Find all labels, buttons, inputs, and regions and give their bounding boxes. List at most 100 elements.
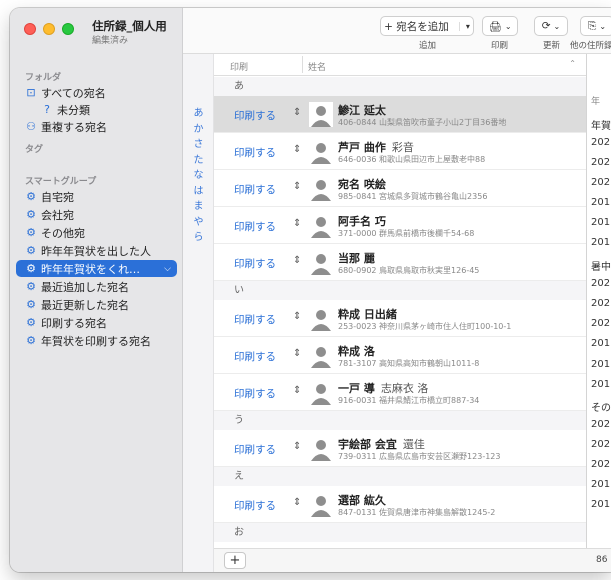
up-down-chevron-icon[interactable]: ⇕	[293, 385, 301, 396]
contact-address: 781-3107 高知県高知市鶴朝山1011-8	[338, 359, 480, 368]
chevron-down-icon: ⌄	[553, 21, 561, 31]
up-down-chevron-icon[interactable]: ⇕	[293, 107, 301, 118]
refresh-icon: ⟳	[541, 20, 551, 32]
contact-joint-name: 還佳	[402, 438, 425, 451]
chevron-down-icon[interactable]: ▾	[458, 21, 470, 31]
printer-icon: 🖨	[488, 20, 502, 33]
sidebar-smart-group-item[interactable]: ⚙ 年賀状を印刷する宛名	[24, 332, 151, 349]
contact-primary-name: 芦戸 曲作	[338, 141, 386, 154]
print-popup[interactable]: 印刷する	[234, 386, 276, 401]
up-down-chevron-icon[interactable]: ⇕	[293, 181, 301, 192]
smart-group-heading: スマートグループ	[25, 177, 97, 187]
table-row[interactable]: 印刷する ⇕ 阿手名 巧 371-0000 群馬県前橋市後欄千54-68	[214, 207, 586, 244]
sidebar-smart-group-item[interactable]: ⚙ 昨年年賀状をくれ… ⌵	[16, 260, 177, 277]
sidebar-smart-group-item[interactable]: ⚙ 最近更新した宛名	[24, 296, 129, 313]
sort-chevron-icon[interactable]: ⌃	[569, 59, 576, 68]
person-silhouette-icon	[309, 436, 333, 461]
contact-name: 芦戸 曲作 彩音	[338, 139, 414, 155]
detail-cell: 202	[591, 157, 611, 168]
contact-primary-name: 阿手名 巧	[338, 215, 386, 228]
up-down-chevron-icon[interactable]: ⇕	[293, 497, 301, 508]
print-popup[interactable]: 印刷する	[234, 256, 276, 271]
zoom-button[interactable]	[62, 23, 74, 35]
close-button[interactable]	[24, 23, 36, 35]
table-row[interactable]: 印刷する ⇕ 粋成 洛 781-3107 高知県高知市鶴朝山1011-8	[214, 337, 586, 374]
chevron-down-icon: ⌄	[599, 21, 607, 31]
sidebar-smart-group-item[interactable]: ⚙ 昨年年賀状を出した人	[24, 242, 151, 259]
contact-address: 406-0844 山梨県笛吹市童子小山2丁目36番地	[338, 118, 507, 127]
table-row[interactable]: 印刷する ⇕ 宛名 咲絵 985-0841 宮城県多賀城市鶴谷亀山2356	[214, 170, 586, 207]
print-popup[interactable]: 印刷する	[234, 312, 276, 327]
contact-primary-name: 鯵江 延太	[338, 104, 386, 117]
up-down-chevron-icon[interactable]: ⇕	[293, 144, 301, 155]
table-row[interactable]: 印刷する ⇕ 選部 紘久 847-0131 佐賀県唐津市神集島解散1245-2	[214, 486, 586, 523]
contact-name: 一戸 導志麻衣 洛	[338, 380, 428, 396]
table-row[interactable]: 印刷する ⇕ 粋成 日出緒 253-0023 神奈川県茅ヶ崎市住人住町100-10-1	[214, 300, 586, 337]
print-column-header[interactable]: 印刷	[230, 60, 248, 73]
up-down-chevron-icon[interactable]: ⇕	[293, 218, 301, 229]
bottom-bar: + 86	[214, 548, 611, 572]
contact-name: 粋成 洛	[338, 343, 375, 359]
print-popup[interactable]: 印刷する	[234, 108, 276, 123]
sidebar-smart-group-item[interactable]: ⚙ 印刷する宛名	[24, 314, 107, 331]
contact-primary-name: 選部 紘久	[338, 494, 386, 507]
kana-index-item[interactable]: な	[183, 166, 214, 181]
print-popup[interactable]: 印刷する	[234, 349, 276, 364]
sidebar-smart-group-item[interactable]: ⚙ その他宛	[24, 224, 85, 241]
sidebar-item-label: すべての宛名	[41, 86, 106, 100]
sidebar-item-label: 未分類	[57, 103, 90, 117]
sidebar-smart-group-item[interactable]: ⚙ 会社宛	[24, 206, 74, 223]
up-down-chevron-icon[interactable]: ⇕	[293, 311, 301, 322]
sidebar-item-label: 年賀状を印刷する宛名	[41, 334, 151, 348]
table-row[interactable]: 印刷する ⇕ 鯵江 延太 406-0844 山梨県笛吹市童子小山2丁目36番地	[214, 96, 586, 133]
refresh-button[interactable]: ⟳ ⌄	[534, 16, 568, 36]
print-button[interactable]: 🖨 ⌄	[482, 16, 518, 36]
table-row[interactable]: 印刷する ⇕ 当那 麗 680-0902 鳥取県鳥取市秋実里126-45	[214, 244, 586, 281]
other-address-book-button[interactable]: ⎘ ⌄	[580, 16, 611, 36]
up-down-chevron-icon[interactable]: ⇕	[293, 348, 301, 359]
kana-index-item[interactable]: ら	[183, 228, 214, 243]
add-address-button[interactable]: + 宛名を追加 ▾	[380, 16, 474, 36]
gear-icon: ⚙	[26, 226, 36, 239]
up-down-chevron-icon[interactable]: ⇕	[293, 255, 301, 266]
sidebar-item-label: その他宛	[41, 226, 85, 240]
detail-cell: 202	[591, 439, 611, 450]
sidebar-folder-item[interactable]: ⊡ すべての宛名	[24, 84, 106, 101]
contact-primary-name: 一戸 導	[338, 382, 375, 395]
add-button[interactable]: +	[224, 552, 246, 569]
kana-index-item[interactable]: か	[183, 120, 214, 135]
contact-primary-name: 宛名 咲絵	[338, 178, 386, 191]
gear-icon: ⚙	[26, 262, 36, 275]
sidebar-item-label: 昨年年賀状を出した人	[41, 244, 151, 258]
detail-cell: 201	[591, 379, 611, 390]
sidebar-folder-item[interactable]: ⚇ 重複する宛名	[24, 118, 107, 135]
detail-cell: 202	[591, 318, 611, 329]
person-silhouette-icon	[309, 343, 333, 368]
print-popup[interactable]: 印刷する	[234, 219, 276, 234]
kana-index-item[interactable]: や	[183, 213, 214, 228]
name-column-header[interactable]: 姓名	[308, 60, 326, 73]
print-popup[interactable]: 印刷する	[234, 498, 276, 513]
detail-cell: 暑中	[591, 262, 611, 273]
chevron-down-icon[interactable]: ⌵	[164, 264, 171, 274]
section-header: い	[214, 281, 586, 300]
kana-index-item[interactable]: た	[183, 151, 214, 166]
kana-index-item[interactable]: ま	[183, 197, 214, 212]
sidebar-item-label: 印刷する宛名	[41, 316, 107, 330]
print-popup[interactable]: 印刷する	[234, 442, 276, 457]
detail-cell: 202	[591, 298, 611, 309]
kana-index-item[interactable]: さ	[183, 135, 214, 150]
table-row[interactable]: 印刷する ⇕ 一戸 導志麻衣 洛 916-0031 福井県鯖江市橋立町887-34	[214, 374, 586, 411]
kana-index-item[interactable]: あ	[183, 104, 214, 119]
print-popup[interactable]: 印刷する	[234, 182, 276, 197]
minimize-button[interactable]	[43, 23, 55, 35]
sidebar-smart-group-item[interactable]: ⚙ 最近追加した宛名	[24, 278, 129, 295]
table-row[interactable]: 印刷する ⇕ 芦戸 曲作 彩音 646-0036 和歌山県田辺市上屋敷老中88	[214, 133, 586, 170]
kana-index-item[interactable]: は	[183, 182, 214, 197]
table-row[interactable]: 印刷する ⇕ 宇絵部 会宜 還佳 739-0311 広島県広島市安芸区瀬野123-123	[214, 430, 586, 467]
sidebar-item-label: 昨年年賀状をくれ…	[41, 262, 140, 276]
up-down-chevron-icon[interactable]: ⇕	[293, 441, 301, 452]
sidebar-smart-group-item[interactable]: ⚙ 自宅宛	[24, 188, 74, 205]
print-popup[interactable]: 印刷する	[234, 145, 276, 160]
sidebar-folder-item[interactable]: ? 未分類	[40, 101, 90, 118]
